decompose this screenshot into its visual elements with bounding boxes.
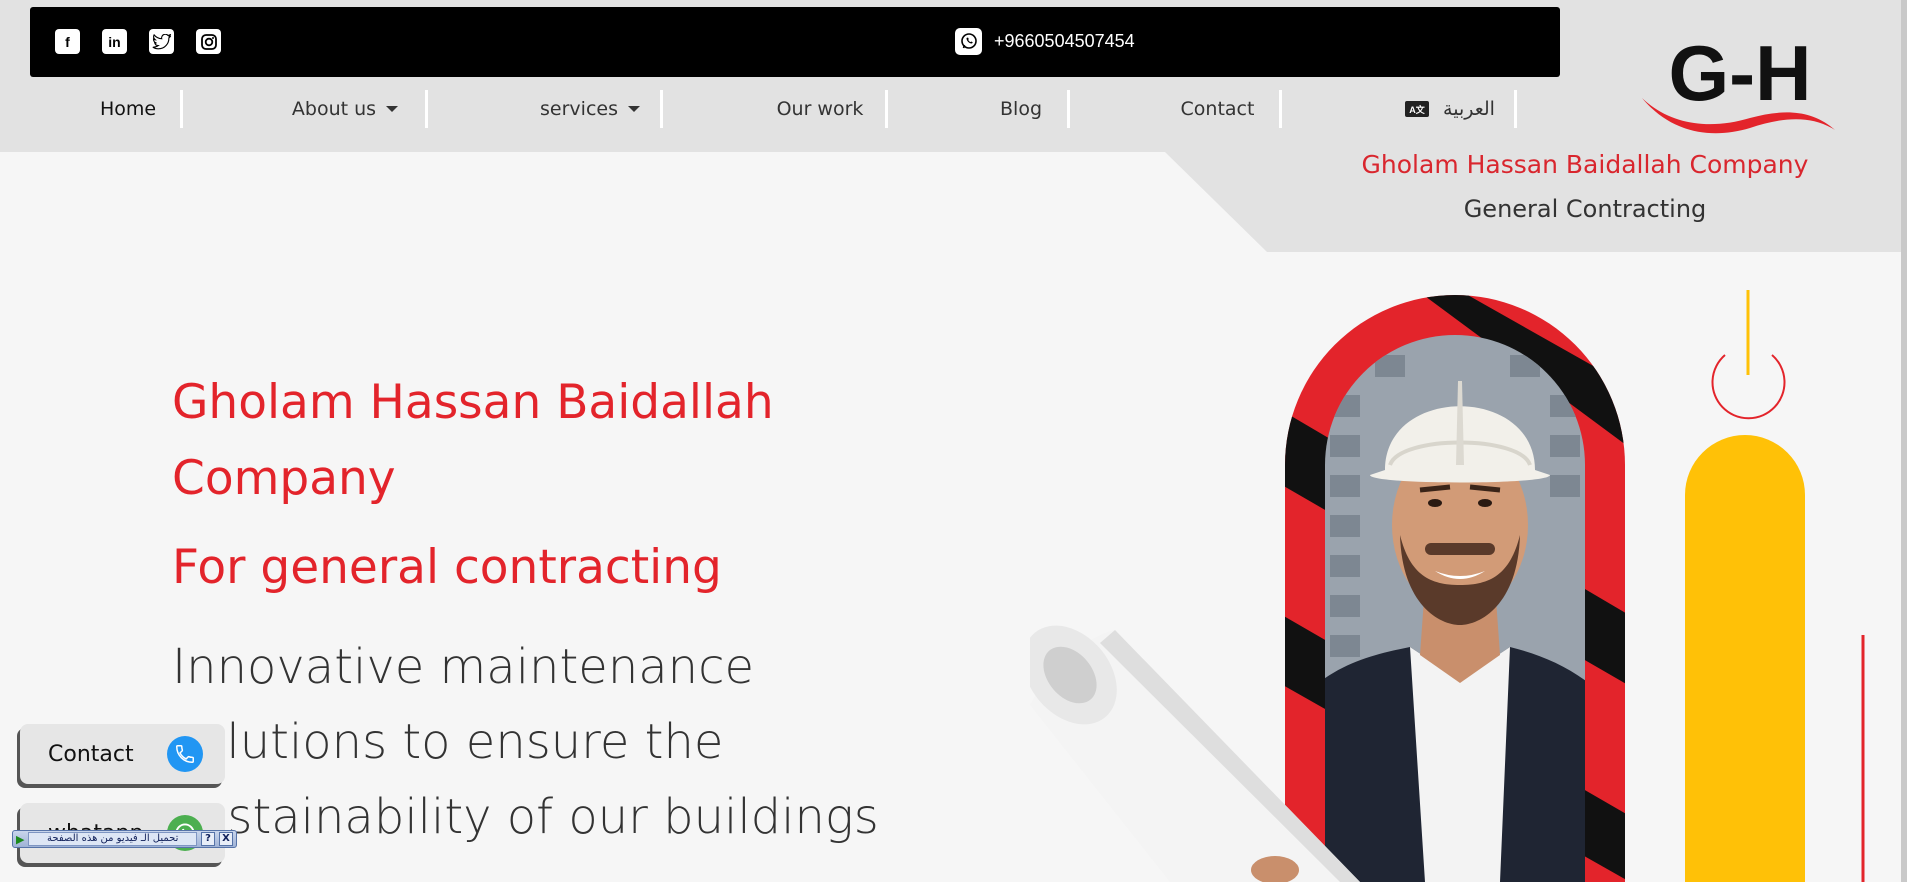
nav-blog[interactable]: Blog: [990, 88, 1052, 130]
nav-our-work-label: Our work: [776, 98, 864, 120]
nav-language-label: العربية: [1443, 98, 1495, 120]
nav-language[interactable]: A文 العربية: [1395, 88, 1505, 130]
floating-contact-label: Contact: [48, 741, 134, 767]
nav-our-work[interactable]: Our work: [765, 88, 875, 130]
help-button[interactable]: ?: [201, 832, 215, 846]
nav-divider: [660, 90, 663, 128]
hero-description: Innovative maintenance solutions to ensu…: [172, 639, 879, 845]
nav-blog-label: Blog: [1000, 98, 1042, 120]
nav-divider: [1514, 90, 1517, 128]
yellow-pill: [1685, 435, 1805, 882]
nav-home-label: Home: [99, 98, 157, 120]
language-icon: A文: [1405, 101, 1430, 117]
video-download-link[interactable]: تحميل الـ فيديو من هذه الصفحة: [28, 832, 197, 846]
nav-home[interactable]: Home: [78, 88, 178, 130]
linkedin-icon[interactable]: in: [102, 29, 127, 54]
whatsapp-icon: [955, 27, 982, 55]
video-download-bar: ▶ تحميل الـ فيديو من هذه الصفحة ? X: [12, 830, 237, 848]
nav-services[interactable]: services: [535, 88, 645, 130]
play-icon[interactable]: ▶: [16, 833, 24, 846]
nav-about-label: About us: [291, 98, 377, 120]
floating-contact-button[interactable]: Contact: [20, 724, 225, 784]
twitter-icon[interactable]: [149, 29, 174, 54]
phone-icon: [167, 736, 203, 772]
caret-down-icon: [627, 106, 640, 112]
nav-divider: [1067, 90, 1070, 128]
phone-number: +9660504507454: [994, 30, 1135, 51]
company-tagline: General Contracting: [1463, 195, 1707, 223]
close-button[interactable]: X: [219, 832, 233, 846]
logo-text: G-H: [1669, 30, 1812, 117]
top-bar: f in +9660504507454: [30, 7, 1560, 77]
hero-title: Gholam Hassan Baidallah Company: [172, 375, 774, 506]
facebook-icon[interactable]: f: [55, 29, 80, 54]
scrollbar[interactable]: [1901, 0, 1907, 882]
nav-divider: [180, 90, 183, 128]
nav-divider: [885, 90, 888, 128]
phone-link[interactable]: +9660504507454: [955, 27, 1135, 55]
nav-services-label: services: [540, 98, 618, 120]
nav-contact[interactable]: Contact: [1175, 88, 1260, 130]
hero-illustration: [1030, 290, 1865, 882]
nav-divider: [1279, 90, 1282, 128]
hero-subtitle: For general contracting: [172, 540, 722, 595]
main-nav: Home About us services Our work Blog Con…: [0, 88, 1530, 130]
company-name: Gholam Hassan Baidallah Company: [1361, 150, 1809, 179]
company-logo[interactable]: G-H: [1640, 30, 1840, 140]
nav-divider: [425, 90, 428, 128]
caret-down-icon: [386, 106, 399, 112]
instagram-icon[interactable]: [196, 29, 221, 54]
nav-contact-label: Contact: [1180, 98, 1255, 120]
nav-about[interactable]: About us: [290, 88, 400, 130]
